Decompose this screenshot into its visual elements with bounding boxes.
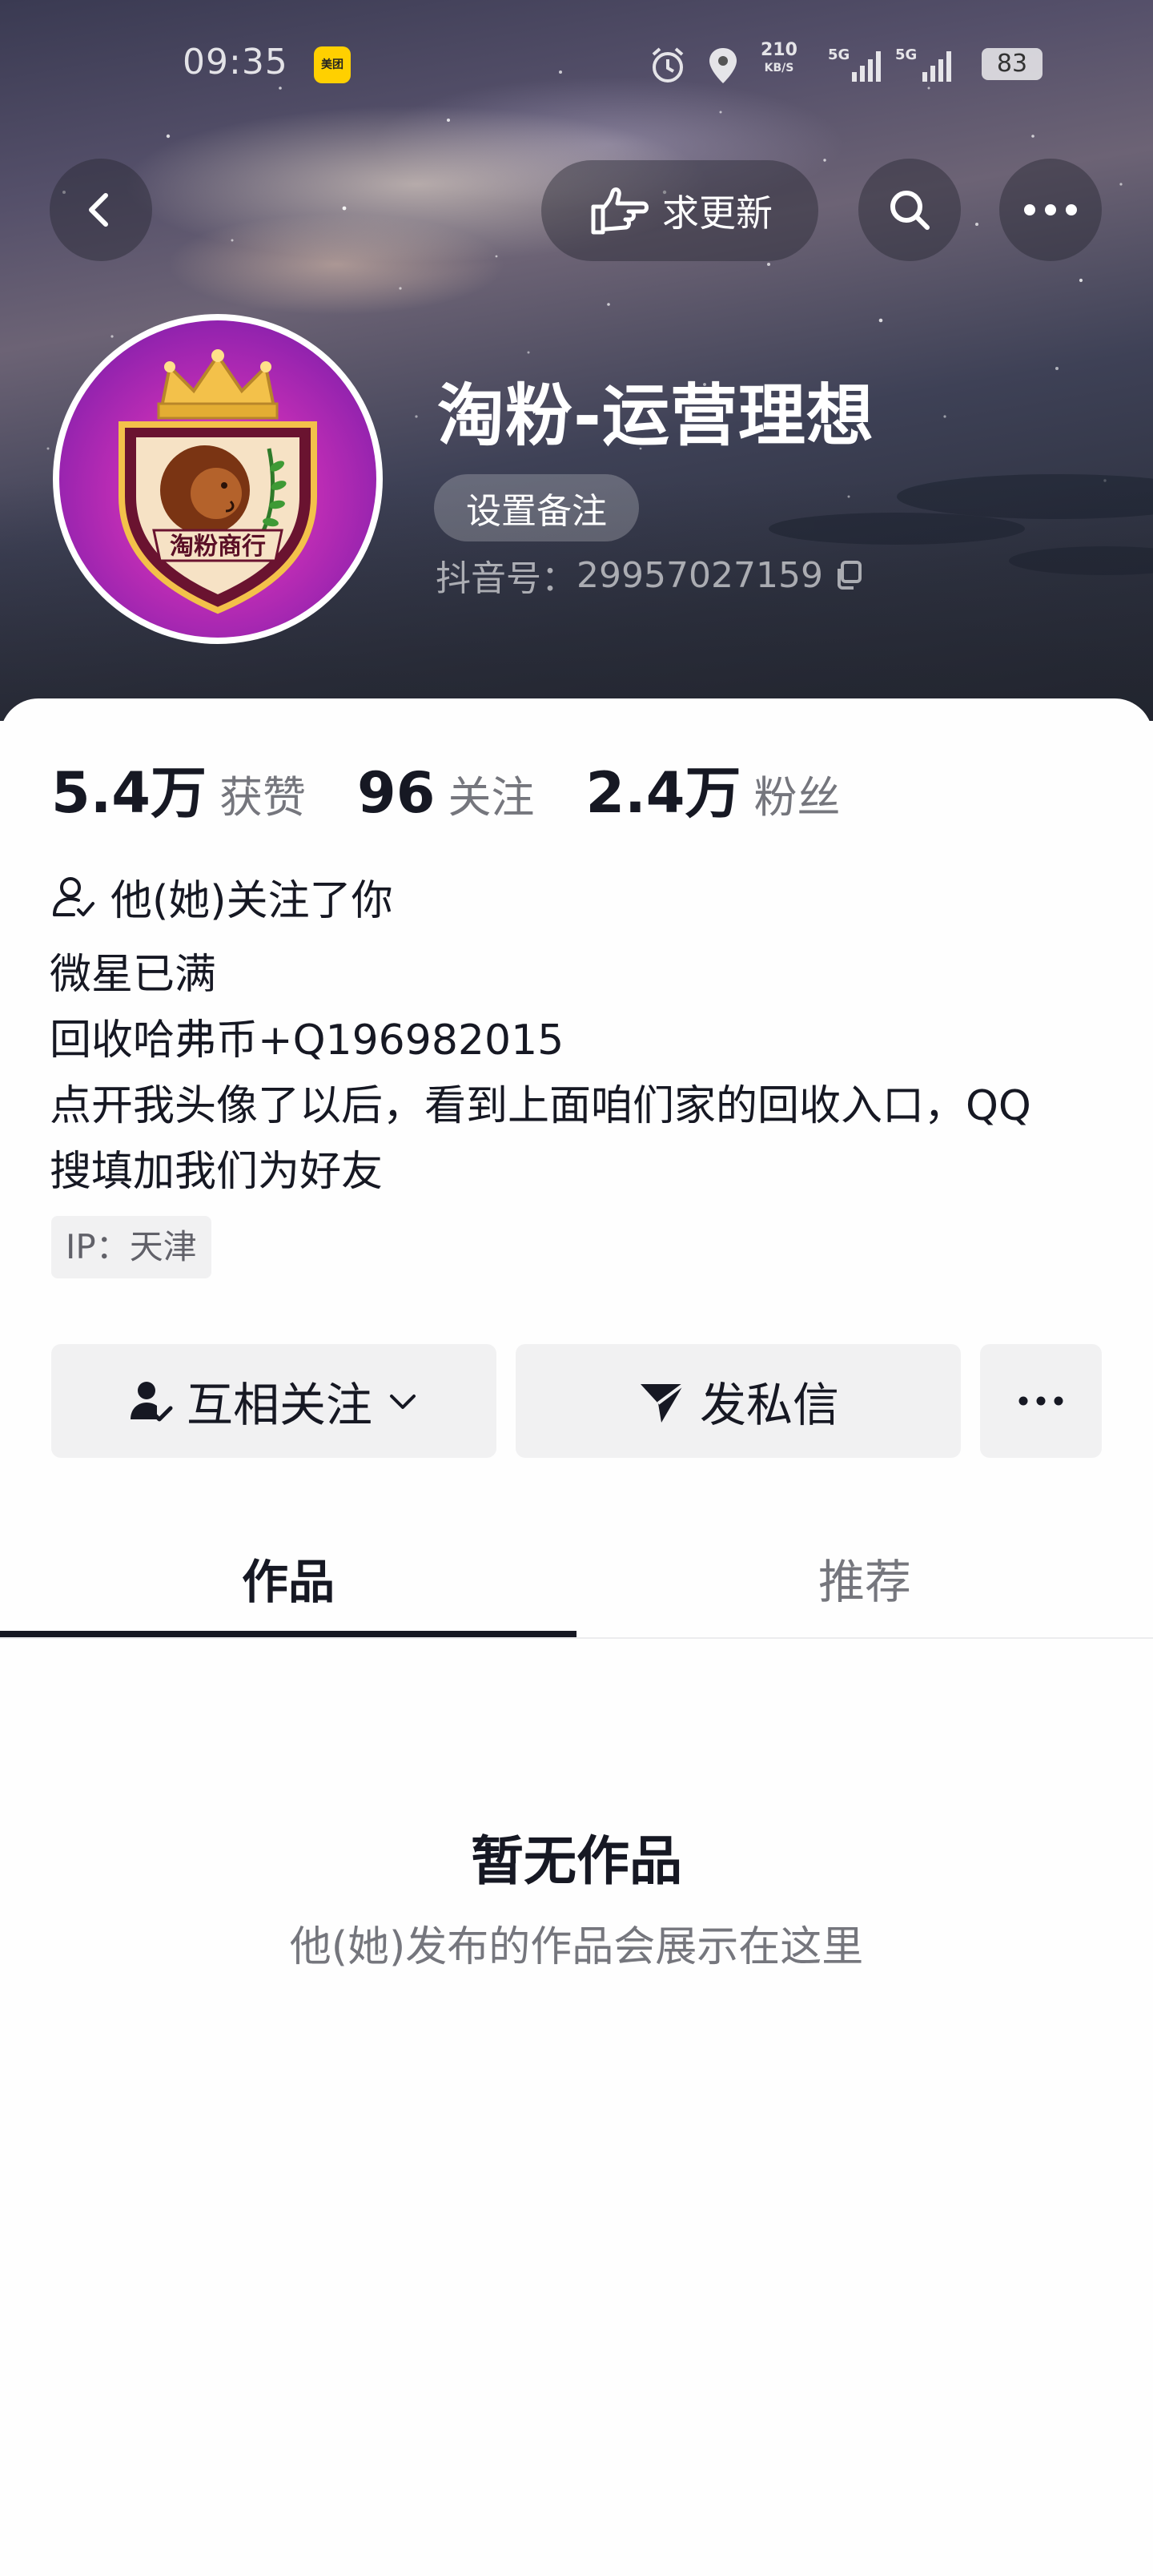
more-options-button[interactable] (999, 159, 1102, 261)
tab-works[interactable]: 作品 (0, 1514, 576, 1642)
back-button[interactable] (50, 159, 152, 261)
tab-recommended[interactable]: 推荐 (576, 1514, 1153, 1642)
bio-line: 回收哈弗币+Q196982015 (50, 1016, 564, 1065)
bio-line: 点开我头像了以后，看到上面咱们家的回收入口，QQ (50, 1082, 1031, 1130)
profile-stats: 5.4万 获赞 96 关注 2.4万 粉丝 (51, 748, 891, 828)
request-update-button[interactable]: 求更新 (541, 160, 818, 261)
status-time: 09:35 (183, 42, 288, 83)
pointing-hand-icon (591, 187, 649, 235)
battery-level: 83 (982, 48, 1043, 80)
bio-line: 微星已满 (50, 951, 217, 999)
request-update-label: 求更新 (662, 191, 773, 235)
send-message-label: 发私信 (699, 1378, 839, 1432)
network-speed: 210 KB/S (761, 40, 797, 75)
status-bar: 09:35 美团 210 KB/S 5G 5G 83 (0, 32, 1153, 99)
lion-crest-logo: 淘粉商行 (119, 349, 317, 614)
location-icon (709, 48, 737, 83)
set-remark-button[interactable]: 设置备注 (434, 474, 639, 541)
user-check-icon (53, 876, 94, 916)
follows-you-indicator: 他(她)关注了你 (50, 867, 393, 927)
user-check-filled-icon (130, 1382, 173, 1422)
alarm-icon (652, 47, 684, 83)
send-message-button[interactable]: 发私信 (516, 1344, 961, 1458)
svg-text:5G: 5G (895, 46, 917, 63)
follows-you-text: 他(她)关注了你 (110, 877, 393, 925)
signal-5g-icon: 5G (828, 46, 881, 82)
more-horizontal-icon (1024, 204, 1077, 215)
meituan-notification-icon: 美团 (314, 46, 351, 83)
paper-plane-icon (640, 1383, 685, 1423)
likes-label: 获赞 (219, 772, 307, 823)
followers-count[interactable]: 2.4万 (585, 748, 741, 829)
followers-label: 粉丝 (753, 772, 841, 823)
douyin-id-value: 29957027159 (576, 554, 823, 596)
tab-divider (0, 1637, 1153, 1639)
more-actions-button[interactable] (980, 1344, 1102, 1458)
svg-text:淘粉商行: 淘粉商行 (170, 533, 266, 561)
active-tab-indicator (0, 1631, 576, 1637)
likes-count[interactable]: 5.4万 (51, 748, 207, 829)
more-horizontal-icon (1018, 1396, 1063, 1406)
copy-icon[interactable] (833, 559, 865, 591)
svg-text:5G: 5G (828, 46, 850, 63)
chevron-down-icon (390, 1395, 416, 1409)
following-count[interactable]: 96 (357, 760, 435, 826)
douyin-id-label: 抖音号： (436, 558, 576, 599)
empty-state-title: 暂无作品 (471, 1830, 682, 1892)
bio: 微星已满 回收哈弗币+Q196982015 点开我头像了以后，看到上面咱们家的回… (50, 942, 1123, 1205)
empty-state-subtitle: 他(她)发布的作品会展示在这里 (289, 1923, 864, 1971)
mutual-follow-label: 互相关注 (186, 1378, 372, 1432)
avatar[interactable]: 淘粉商行 (53, 314, 383, 644)
douyin-id[interactable]: 抖音号： 29957027159 (436, 549, 865, 601)
nickname: 淘粉-运营理想 (437, 376, 874, 455)
mutual-follow-button[interactable]: 互相关注 (51, 1344, 496, 1458)
chevron-left-icon (89, 193, 108, 227)
signal-5g-icon-secondary: 5G (895, 46, 951, 82)
search-icon (890, 191, 930, 230)
following-label: 关注 (448, 772, 535, 823)
bio-line: 搜填加我们为好友 (50, 1148, 384, 1196)
search-button[interactable] (858, 159, 961, 261)
ip-location-tag: IP：天津 (51, 1216, 211, 1278)
